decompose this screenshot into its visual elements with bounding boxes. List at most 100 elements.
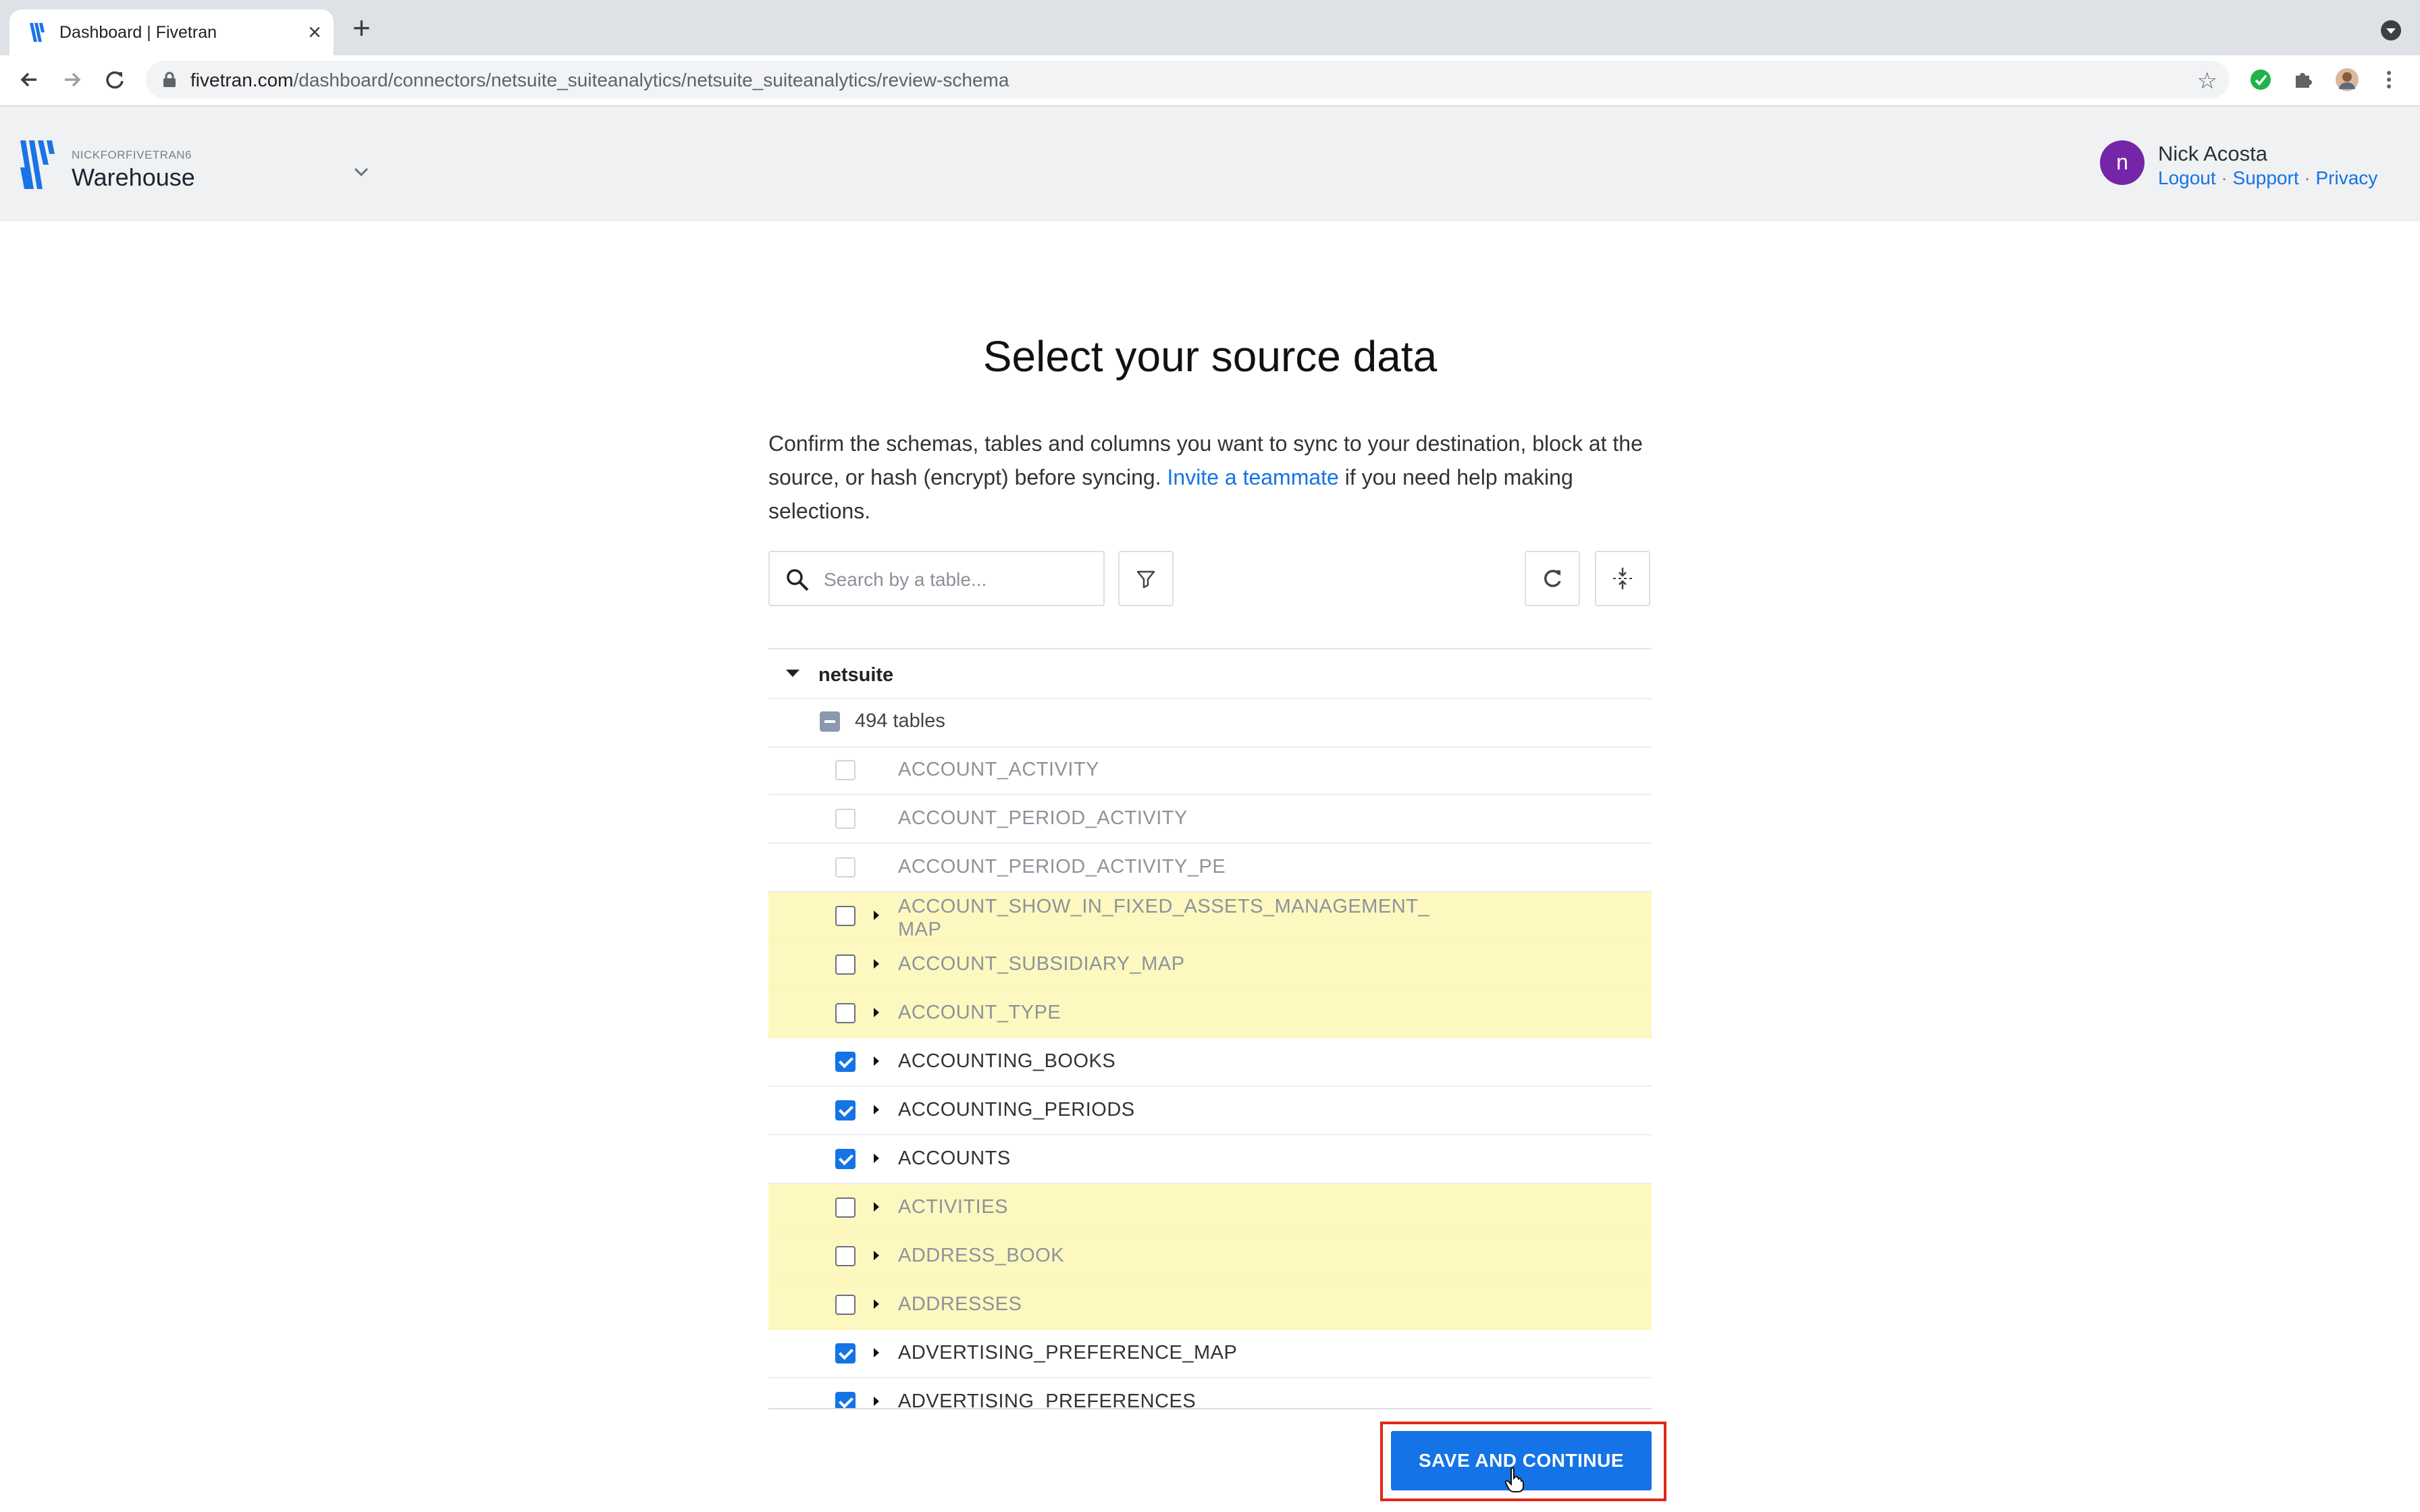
table-checkbox[interactable] [835, 1295, 856, 1315]
table-row[interactable]: ACCOUNTING_BOOKS [768, 1038, 1652, 1087]
table-checkbox [835, 809, 856, 829]
table-search-box[interactable] [768, 551, 1105, 606]
table-name: ADDRESS_BOOK [898, 1245, 1065, 1266]
select-all-checkbox[interactable] [820, 711, 840, 732]
tab-search-icon[interactable] [2381, 20, 2401, 40]
table-checkbox[interactable] [835, 1100, 856, 1120]
table-row[interactable]: ACCOUNT_SHOW_IN_FIXED_ASSETS_MANAGEMENT_… [768, 892, 1652, 941]
schema-name: netsuite [818, 664, 894, 686]
tab-title: Dashboard | Fivetran [59, 23, 217, 42]
url-text[interactable]: fivetran.com/dashboard/connectors/netsui… [190, 70, 1009, 91]
browser-toolbar: fivetran.com/dashboard/connectors/netsui… [0, 55, 2420, 107]
table-row-body: ACCOUNT_TYPE [768, 990, 1652, 1038]
chevron-down-icon[interactable] [351, 162, 371, 182]
url-host: fivetran.com [190, 70, 294, 90]
search-icon [787, 569, 809, 591]
caret-right-icon[interactable] [874, 1105, 879, 1114]
table-checkbox[interactable] [835, 1343, 856, 1364]
table-name: ADDRESSES [898, 1293, 1022, 1315]
app-header: NICKFORFIVETRAN6 Warehouse n Nick Acosta… [0, 107, 2420, 221]
bookmark-star-icon[interactable]: ☆ [2197, 68, 2217, 94]
table-row-body: ACCOUNTS [768, 1135, 1652, 1184]
account-name: NICKFORFIVETRAN6 [72, 148, 192, 161]
table-checkbox[interactable] [835, 1246, 856, 1266]
table-checkbox[interactable] [835, 1052, 856, 1072]
forward-arrow-icon[interactable] [57, 65, 86, 94]
caret-right-icon[interactable] [874, 959, 879, 969]
table-checkbox [835, 857, 856, 878]
caret-right-icon[interactable] [874, 1251, 879, 1260]
extension-green-icon[interactable] [2248, 68, 2273, 92]
collapse-all-button[interactable] [1595, 551, 1650, 606]
caret-right-icon[interactable] [874, 1299, 879, 1309]
table-row[interactable]: ACCOUNT_SUBSIDIARY_MAP [768, 941, 1652, 990]
caret-right-icon[interactable] [874, 1056, 879, 1066]
table-row-body: ADVERTISING_PREFERENCE_MAP [768, 1330, 1652, 1378]
reload-icon[interactable] [100, 65, 130, 94]
support-link[interactable]: Support [2233, 167, 2299, 188]
table-row[interactable]: ACCOUNT_PERIOD_ACTIVITY_PE [768, 844, 1652, 892]
table-row-body: ACCOUNT_SUBSIDIARY_MAP [768, 941, 1652, 990]
caret-right-icon[interactable] [874, 1397, 879, 1406]
hand-cursor-icon [1504, 1467, 1524, 1492]
caret-right-icon[interactable] [874, 911, 879, 920]
caret-right-icon[interactable] [874, 1202, 879, 1212]
new-tab-button[interactable]: + [352, 12, 371, 43]
table-row-body: ACCOUNTING_PERIODS [768, 1087, 1652, 1135]
table-checkbox[interactable] [835, 1149, 856, 1169]
caret-down-icon[interactable] [786, 670, 799, 677]
table-row[interactable]: ADVERTISING_PREFERENCES [768, 1378, 1652, 1409]
table-name: ACCOUNTING_PERIODS [898, 1099, 1135, 1120]
collapse-icon [1613, 568, 1632, 589]
table-checkbox[interactable] [835, 906, 856, 926]
table-row-body: ADDRESS_BOOK [768, 1233, 1652, 1281]
table-row[interactable]: ADVERTISING_PREFERENCE_MAP [768, 1330, 1652, 1378]
caret-right-icon[interactable] [874, 1154, 879, 1163]
table-row[interactable]: ACCOUNTING_PERIODS [768, 1087, 1652, 1135]
filter-button[interactable] [1118, 551, 1174, 606]
table-search-input[interactable] [822, 563, 1095, 597]
table-name: ACCOUNT_PERIOD_ACTIVITY_PE [898, 856, 1226, 878]
invite-teammate-link[interactable]: Invite a teammate [1167, 465, 1339, 489]
table-row[interactable]: ADDRESS_BOOK [768, 1233, 1652, 1281]
table-row[interactable]: ACCOUNT_ACTIVITY [768, 747, 1652, 795]
table-name: ACCOUNT_ACTIVITY [898, 759, 1100, 780]
table-name: ACCOUNT_PERIOD_ACTIVITY [898, 807, 1188, 829]
table-row[interactable]: ACCOUNTS [768, 1135, 1652, 1184]
address-bar[interactable]: fivetran.com/dashboard/connectors/netsui… [146, 61, 2230, 99]
privacy-link[interactable]: Privacy [2316, 167, 2378, 188]
table-checkbox[interactable] [835, 1197, 856, 1218]
lock-icon[interactable] [162, 72, 177, 88]
user-avatar[interactable]: n [2100, 140, 2145, 185]
caret-right-icon[interactable] [874, 1348, 879, 1357]
table-checkbox[interactable] [835, 954, 856, 975]
extensions-puzzle-icon[interactable] [2290, 68, 2315, 92]
user-links: Logout · Support · Privacy [2158, 167, 2377, 189]
table-row-body: ACCOUNT_ACTIVITY [768, 747, 1652, 795]
table-row-body: ACCOUNT_PERIOD_ACTIVITY [768, 795, 1652, 844]
table-count: 494 tables [855, 710, 945, 732]
logout-link[interactable]: Logout [2158, 167, 2216, 188]
intro-text: Confirm the schemas, tables and columns … [768, 427, 1666, 528]
table-row[interactable]: ACCOUNT_PERIOD_ACTIVITY [768, 795, 1652, 844]
table-row[interactable]: ADDRESSES [768, 1281, 1652, 1330]
tab-close-icon[interactable]: × [308, 19, 321, 46]
table-row[interactable]: ACTIVITIES [768, 1184, 1652, 1233]
table-name: ACCOUNTING_BOOKS [898, 1050, 1116, 1072]
browser-menu-icon[interactable] [2377, 68, 2401, 92]
back-arrow-icon[interactable] [15, 65, 45, 94]
browser-tab[interactable]: Dashboard | Fivetran × [9, 9, 334, 55]
link-separator: · [2215, 167, 2233, 188]
caret-right-icon[interactable] [874, 1008, 879, 1017]
workspace-name[interactable]: Warehouse [72, 163, 195, 192]
table-row-body: ADDRESSES [768, 1281, 1652, 1330]
schema-row[interactable]: netsuite [768, 652, 1652, 699]
profile-avatar-icon[interactable] [2335, 68, 2359, 92]
fivetran-logo-icon[interactable] [19, 139, 55, 190]
table-row[interactable]: ACCOUNT_TYPE [768, 990, 1652, 1038]
table-checkbox[interactable] [835, 1003, 856, 1023]
refresh-schema-button[interactable] [1525, 551, 1580, 606]
table-checkbox[interactable] [835, 1392, 856, 1409]
url-path: /dashboard/connectors/netsuite_suiteanal… [293, 70, 1009, 90]
browser-tabstrip: Dashboard | Fivetran × + [0, 0, 2420, 55]
